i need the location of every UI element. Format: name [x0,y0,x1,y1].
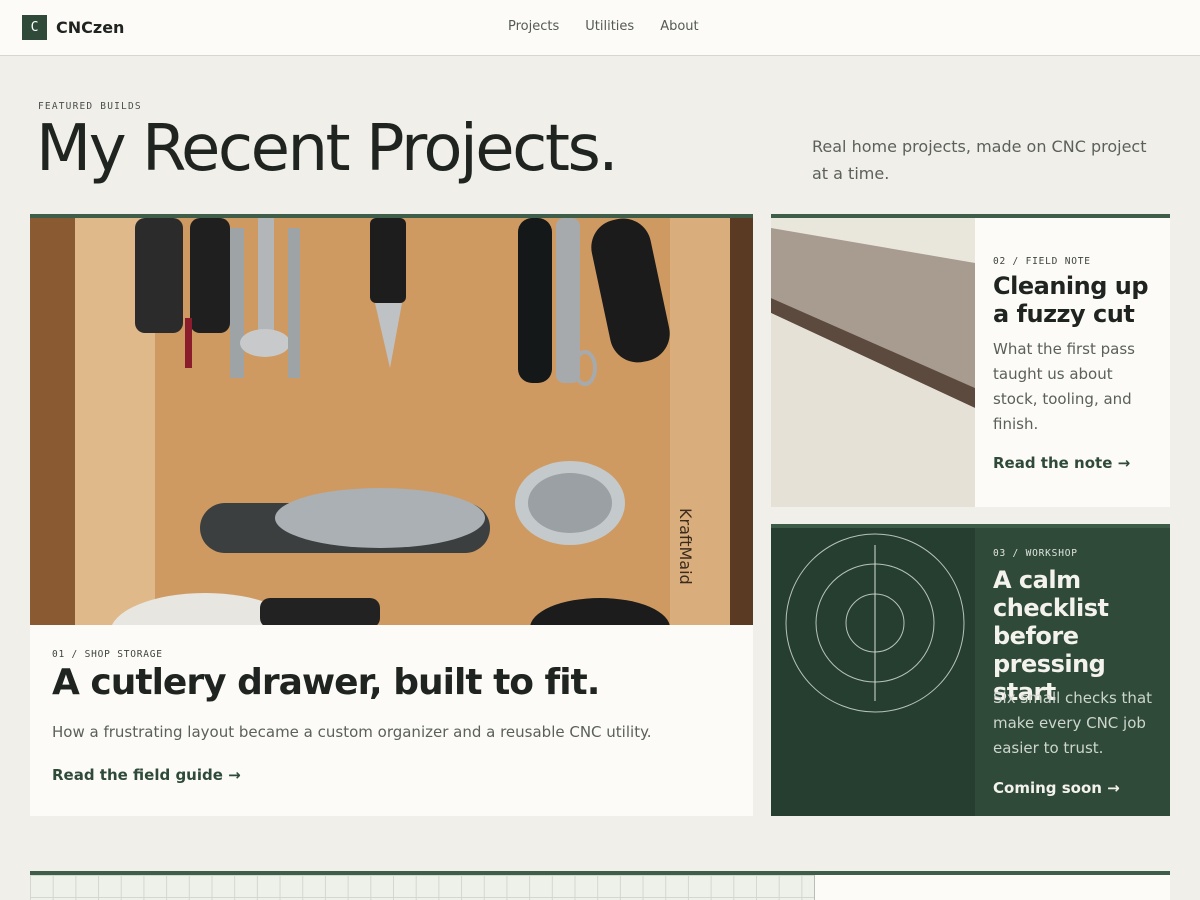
card-title: A calm checklist before pressing start [993,566,1109,706]
card-description: Six small checks that make every CNC job… [993,689,1153,757]
featured-project-card[interactable]: KraftMaid 01 / SHOP STORAGE A cutlery dr… [30,214,753,816]
card-description: What the first pass taught us about stoc… [993,340,1135,433]
card-title: A cutlery drawer, built to fit. [52,662,600,703]
card-title: Cleaning up a fuzzy cut [993,272,1149,328]
cutlery-drawer-photo: KraftMaid [30,218,753,625]
svg-text:KraftMaid: KraftMaid [676,508,695,585]
field-note-card[interactable]: 02 / FIELD NOTE Cleaning up a fuzzy cut … [771,214,1170,507]
nav-link-about[interactable]: About [660,19,698,34]
read-note-link[interactable]: Read the note → [993,454,1161,472]
hero-subtitle: Real home projects, made on CNC project … [812,137,1147,183]
plywood-edge-photo [771,218,975,507]
read-field-guide-link[interactable]: Read the field guide → [52,766,241,784]
top-navigation-bar: C CNCzen Projects Utilities About [0,0,1200,56]
next-section-preview [30,871,1170,900]
brand-logo[interactable]: C CNCzen [22,15,124,40]
coming-soon-link[interactable]: Coming soon → [993,779,1161,797]
card-kicker: 03 / WORKSHOP [993,548,1078,559]
nav-link-projects[interactable]: Projects [508,19,559,34]
plywood-edge-illustration [771,218,975,507]
concentric-circles-target-icon [785,533,965,713]
workshop-card[interactable]: 03 / WORKSHOP A calm checklist before pr… [771,524,1170,816]
cutlery-drawer-illustration: KraftMaid [30,218,753,625]
main-nav: Projects Utilities About [508,19,699,34]
brand-name: CNCzen [56,18,125,37]
card-description: How a frustrating layout became a custom… [52,723,652,741]
logo-mark-icon: C [22,15,47,40]
target-icon [771,528,975,816]
card-kicker: 01 / SHOP STORAGE [52,649,163,660]
page-title: My Recent Projects. [36,112,619,186]
card-kicker: 02 / FIELD NOTE [993,256,1091,267]
hero-eyebrow: FEATURED BUILDS [38,101,142,112]
grid-pattern [30,875,815,900]
nav-link-utilities[interactable]: Utilities [585,19,634,34]
